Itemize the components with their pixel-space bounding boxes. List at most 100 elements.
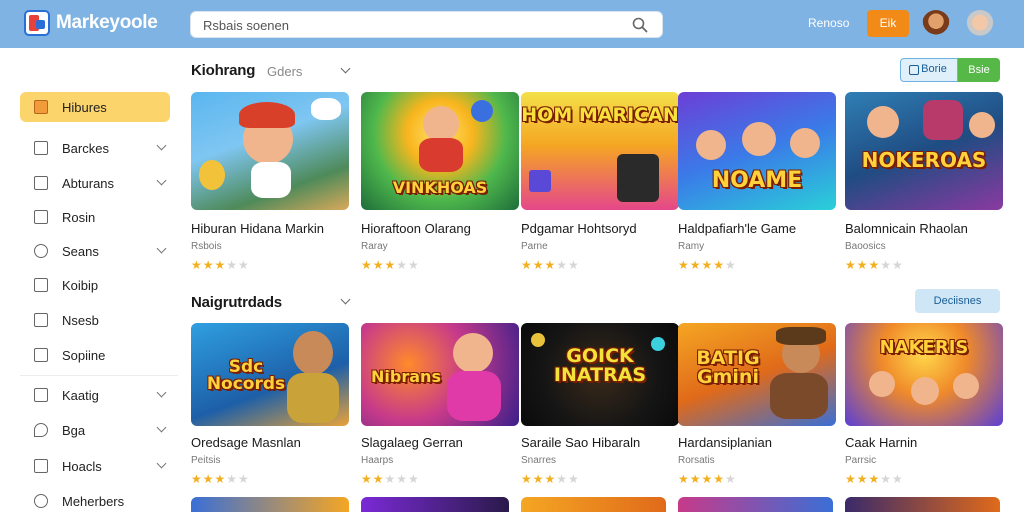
game-thumbnail[interactable]: GOICK INATRAS xyxy=(521,323,679,426)
list-icon xyxy=(34,348,48,362)
sidebar-item-label: Meherbers xyxy=(62,493,125,509)
game-thumbnail[interactable] xyxy=(361,497,509,512)
sort-dropdown[interactable]: Gders xyxy=(267,64,302,79)
game-category: Raray xyxy=(361,241,388,252)
game-art-title: VINKHOAS xyxy=(392,178,488,197)
sidebar-item-label: Sopiine xyxy=(62,347,106,363)
game-category: Parne xyxy=(521,241,548,252)
chat-icon xyxy=(34,423,48,437)
edit-icon xyxy=(34,313,48,327)
game-title[interactable]: Caak Harnin xyxy=(845,435,917,450)
game-title[interactable]: Hardansiplanian xyxy=(678,435,772,450)
sidebar-item-hoacls[interactable]: Hoacls xyxy=(20,451,170,481)
game-title[interactable]: Saraile Sao Hibaraln xyxy=(521,435,640,450)
sidebar-item-barckes[interactable]: Barckes xyxy=(20,133,170,163)
game-card[interactable]: Nibrans Slagalaeg Gerran Haarps ★★★★★ xyxy=(361,323,519,493)
rating-stars: ★★★★★ xyxy=(678,472,737,486)
game-card[interactable]: NAKERIS Caak Harnin Parrsic ★★★★★ xyxy=(845,323,1003,493)
game-title[interactable]: Hiburan Hidana Markin xyxy=(191,221,324,236)
discover-button[interactable]: Deciisnes xyxy=(915,289,1000,313)
profile-avatar[interactable] xyxy=(966,10,994,38)
game-art-title: HOM MARICAN xyxy=(521,104,679,126)
primary-filter-button[interactable]: Borie xyxy=(900,58,958,82)
game-art-title: NOKEROAS xyxy=(861,148,987,172)
game-thumbnail[interactable]: Sdc Nocords xyxy=(191,323,349,426)
sidebar-item-meherbers[interactable]: Meherbers xyxy=(20,486,170,512)
game-category: Haarps xyxy=(361,455,394,466)
calendar-icon xyxy=(34,278,48,292)
chevron-down-icon[interactable] xyxy=(340,294,351,305)
chevron-down-icon[interactable] xyxy=(340,63,351,74)
game-art-title: GOICK INATRAS xyxy=(553,345,647,386)
game-category: Ramy xyxy=(678,241,705,252)
sidebar-item-label: Hoacls xyxy=(62,458,102,474)
sidebar-item-rosin[interactable]: Rosin xyxy=(20,202,170,232)
rating-stars: ★★★★★ xyxy=(191,472,250,486)
game-thumbnail[interactable]: NOKEROAS xyxy=(845,92,1003,210)
game-card[interactable]: VINKHOAS Hioraftoon Olarang Raray ★★★★★ xyxy=(361,92,519,277)
top-nav-link[interactable]: Renoso xyxy=(808,16,849,30)
game-thumbnail[interactable] xyxy=(191,497,349,512)
game-card[interactable]: BATIG Gmini Hardansiplanian Rorsatis ★★★… xyxy=(678,323,836,493)
game-art-title: BATIG Gmini xyxy=(696,347,760,388)
game-category: Snarres xyxy=(521,455,557,466)
game-thumbnail[interactable]: VINKHOAS xyxy=(361,92,519,210)
game-thumbnail[interactable]: NAKERIS xyxy=(845,323,1003,426)
game-thumbnail[interactable] xyxy=(521,497,666,512)
sidebar-item-nsesb[interactable]: Nsesb xyxy=(20,305,170,335)
game-thumbnail[interactable] xyxy=(678,497,833,512)
app-name: Markeyoole xyxy=(56,12,158,33)
game-card[interactable]: GOICK INATRAS Saraile Sao Hibaraln Snarr… xyxy=(521,323,679,493)
search-placeholder: Rsbais soenen xyxy=(203,18,289,33)
app-logo[interactable]: Markeyoole xyxy=(24,10,158,36)
game-title[interactable]: Pdgamar Hohtsoryd xyxy=(521,221,637,236)
home-icon xyxy=(34,100,48,114)
users-icon xyxy=(34,494,48,508)
game-card[interactable]: HOM MARICAN Pdgamar Hohtsoryd Parne ★★★★… xyxy=(521,92,679,277)
sidebar-item-label: Abturans xyxy=(62,175,115,191)
rating-stars: ★★★★★ xyxy=(361,472,420,486)
game-thumbnail[interactable] xyxy=(191,92,349,210)
document-icon xyxy=(34,210,48,224)
chevron-down-icon[interactable] xyxy=(156,140,167,151)
game-title[interactable]: Balomnicain Rhaolan xyxy=(845,221,968,236)
game-card[interactable]: Sdc Nocords Oredsage Masnlan Peitsis ★★★… xyxy=(191,323,349,493)
sidebar-item-label: Kaatig xyxy=(62,387,99,403)
sidebar-item-hibures[interactable]: Hibures xyxy=(20,92,170,122)
game-thumbnail[interactable] xyxy=(845,497,1000,512)
sidebar-item-sopiine[interactable]: Sopiine xyxy=(20,340,170,370)
top-action-button[interactable]: Eik xyxy=(867,10,909,37)
chevron-down-icon[interactable] xyxy=(156,387,167,398)
game-title[interactable]: Slagalaeg Gerran xyxy=(361,435,463,450)
avatar[interactable] xyxy=(922,10,950,38)
chevron-down-icon[interactable] xyxy=(156,243,167,254)
sidebar-item-label: Rosin xyxy=(62,209,96,225)
logo-icon xyxy=(24,10,50,36)
game-thumbnail[interactable]: NOAME xyxy=(678,92,836,210)
game-card[interactable]: Hiburan Hidana Markin Rsbois ★★★★★ xyxy=(191,92,349,277)
sidebar-item-label: Seans xyxy=(62,243,99,259)
chevron-down-icon[interactable] xyxy=(156,175,167,186)
game-category: Parrsic xyxy=(845,455,877,466)
sidebar-item-koibip[interactable]: Koibip xyxy=(20,270,170,300)
game-title[interactable]: Oredsage Masnlan xyxy=(191,435,301,450)
search-input[interactable]: Rsbais soenen xyxy=(190,11,663,38)
game-thumbnail[interactable]: HOM MARICAN xyxy=(521,92,679,210)
game-card[interactable]: NOKEROAS Balomnicain Rhaolan Baoosics ★★… xyxy=(845,92,1003,277)
sidebar-item-seans[interactable]: Seans xyxy=(20,236,170,266)
sidebar-item-bga[interactable]: Bga xyxy=(20,415,170,445)
secondary-filter-button[interactable]: Bsie xyxy=(958,58,1000,82)
game-title[interactable]: Haldpafiarh'le Game xyxy=(678,221,796,236)
sidebar-item-abturans[interactable]: Abturans xyxy=(20,168,170,198)
chevron-down-icon[interactable] xyxy=(156,458,167,469)
search-icon[interactable] xyxy=(632,17,648,33)
section-title: Naigrutrdads xyxy=(191,294,282,311)
game-title[interactable]: Hioraftoon Olarang xyxy=(361,221,471,236)
game-thumbnail[interactable]: BATIG Gmini xyxy=(678,323,836,426)
game-card[interactable]: NOAME Haldpafiarh'le Game Ramy ★★★★★ xyxy=(678,92,836,277)
game-thumbnail[interactable]: Nibrans xyxy=(361,323,519,426)
chevron-down-icon[interactable] xyxy=(156,422,167,433)
tag-icon xyxy=(34,388,48,402)
sidebar-item-label: Nsesb xyxy=(62,312,99,328)
sidebar-item-kaatig[interactable]: Kaatig xyxy=(20,380,170,410)
